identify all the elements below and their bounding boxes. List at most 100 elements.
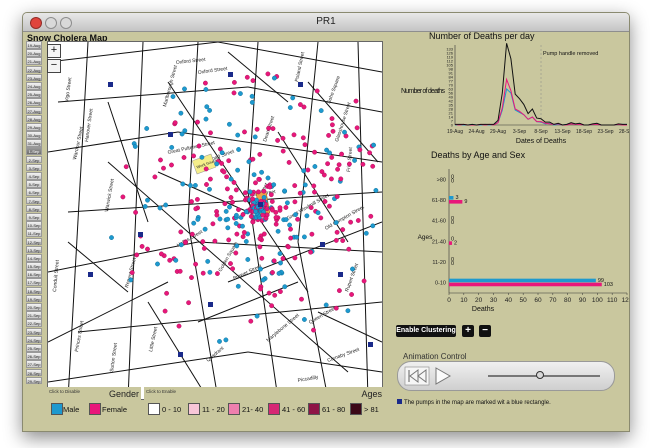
death-marker[interactable] xyxy=(280,135,286,141)
zoom-in-button[interactable]: + xyxy=(47,44,61,58)
death-marker[interactable] xyxy=(189,199,194,205)
death-marker[interactable] xyxy=(265,71,271,77)
death-marker[interactable] xyxy=(301,317,307,322)
death-marker[interactable] xyxy=(186,300,192,306)
death-marker[interactable] xyxy=(292,199,298,205)
death-marker[interactable] xyxy=(309,231,315,237)
death-marker[interactable] xyxy=(222,201,228,207)
death-marker[interactable] xyxy=(342,129,347,135)
death-marker[interactable] xyxy=(233,250,239,256)
death-marker[interactable] xyxy=(258,286,264,292)
death-marker[interactable] xyxy=(162,308,168,314)
death-marker[interactable] xyxy=(276,270,282,276)
death-marker[interactable] xyxy=(282,188,288,194)
death-marker[interactable] xyxy=(326,133,331,138)
death-marker[interactable] xyxy=(159,251,164,257)
date-button[interactable]: 7-Sep xyxy=(26,196,42,205)
death-marker[interactable] xyxy=(182,86,187,92)
death-marker[interactable] xyxy=(214,212,220,218)
death-marker[interactable] xyxy=(247,189,253,195)
death-marker[interactable] xyxy=(155,261,160,267)
death-marker[interactable] xyxy=(261,231,267,237)
death-marker[interactable] xyxy=(321,172,327,178)
death-marker[interactable] xyxy=(212,238,218,244)
death-marker[interactable] xyxy=(210,221,216,227)
death-marker[interactable] xyxy=(132,144,138,149)
death-marker[interactable] xyxy=(275,228,281,234)
death-marker[interactable] xyxy=(256,176,262,182)
death-marker[interactable] xyxy=(271,258,277,264)
date-button[interactable]: 23-Sep xyxy=(26,327,42,336)
female-label[interactable]: Female xyxy=(102,405,127,414)
death-marker[interactable] xyxy=(333,305,339,311)
death-marker[interactable] xyxy=(280,256,286,261)
death-marker[interactable] xyxy=(242,190,248,196)
death-marker[interactable] xyxy=(266,290,272,296)
death-marker[interactable] xyxy=(253,180,258,186)
death-marker[interactable] xyxy=(203,87,209,92)
date-button[interactable]: 2-Sep xyxy=(26,155,42,164)
death-marker[interactable] xyxy=(340,238,346,244)
death-marker[interactable] xyxy=(260,277,266,283)
death-marker[interactable] xyxy=(251,172,257,178)
death-marker[interactable] xyxy=(230,266,236,272)
date-button[interactable]: 25-Aug xyxy=(26,90,42,98)
death-marker[interactable] xyxy=(144,126,150,131)
death-marker[interactable] xyxy=(233,221,239,226)
pump-marker[interactable] xyxy=(108,82,113,87)
date-button[interactable]: 20-Aug xyxy=(26,49,42,57)
death-marker[interactable] xyxy=(346,246,352,252)
death-marker[interactable] xyxy=(207,108,213,113)
animation-slider-track[interactable] xyxy=(488,375,600,377)
date-button[interactable]: 8-Sep xyxy=(26,204,42,213)
death-marker[interactable] xyxy=(205,258,211,264)
death-marker[interactable] xyxy=(158,157,163,163)
date-button[interactable]: 9-Sep xyxy=(26,212,42,221)
death-marker[interactable] xyxy=(178,229,184,235)
death-marker[interactable] xyxy=(284,200,290,206)
death-marker[interactable] xyxy=(335,166,340,172)
death-marker[interactable] xyxy=(292,183,298,189)
death-marker[interactable] xyxy=(236,147,242,152)
death-marker[interactable] xyxy=(178,110,184,116)
death-marker[interactable] xyxy=(244,74,250,80)
death-marker[interactable] xyxy=(250,156,256,162)
age-swatch[interactable] xyxy=(308,403,320,415)
age-legend-label[interactable]: 61 - 80 xyxy=(322,405,345,414)
death-marker[interactable] xyxy=(170,94,176,99)
death-marker[interactable] xyxy=(224,186,230,192)
death-marker[interactable] xyxy=(287,105,293,110)
death-marker[interactable] xyxy=(250,219,256,225)
male-swatch[interactable] xyxy=(51,403,63,415)
death-marker[interactable] xyxy=(145,197,150,203)
death-marker[interactable] xyxy=(207,186,212,192)
age-legend-label[interactable]: 0 - 10 xyxy=(162,405,181,414)
death-marker[interactable] xyxy=(191,153,197,159)
date-button[interactable]: 26-Sep xyxy=(26,352,42,360)
death-marker[interactable] xyxy=(187,183,193,188)
death-marker[interactable] xyxy=(285,244,291,250)
death-marker[interactable] xyxy=(228,176,234,182)
death-marker[interactable] xyxy=(329,122,335,128)
death-marker[interactable] xyxy=(373,187,379,193)
date-button[interactable]: 27-Aug xyxy=(26,106,42,115)
death-marker[interactable] xyxy=(169,162,174,168)
death-marker[interactable] xyxy=(302,182,308,188)
cluster-plus-button[interactable]: + xyxy=(462,325,474,337)
death-marker[interactable] xyxy=(231,90,237,96)
date-button[interactable]: 4-Sep xyxy=(26,172,42,180)
death-marker[interactable] xyxy=(240,212,246,217)
pump-marker[interactable] xyxy=(168,132,173,137)
death-marker[interactable] xyxy=(173,257,179,263)
death-marker[interactable] xyxy=(261,188,267,194)
play-icon[interactable] xyxy=(432,366,452,386)
age-swatch[interactable] xyxy=(148,403,160,415)
death-marker[interactable] xyxy=(161,165,166,171)
death-marker[interactable] xyxy=(269,207,275,213)
death-marker[interactable] xyxy=(263,215,269,221)
death-marker[interactable] xyxy=(181,155,187,160)
death-marker[interactable] xyxy=(214,271,220,277)
death-marker[interactable] xyxy=(139,243,145,249)
age-swatch[interactable] xyxy=(268,403,280,415)
death-marker[interactable] xyxy=(288,226,293,232)
